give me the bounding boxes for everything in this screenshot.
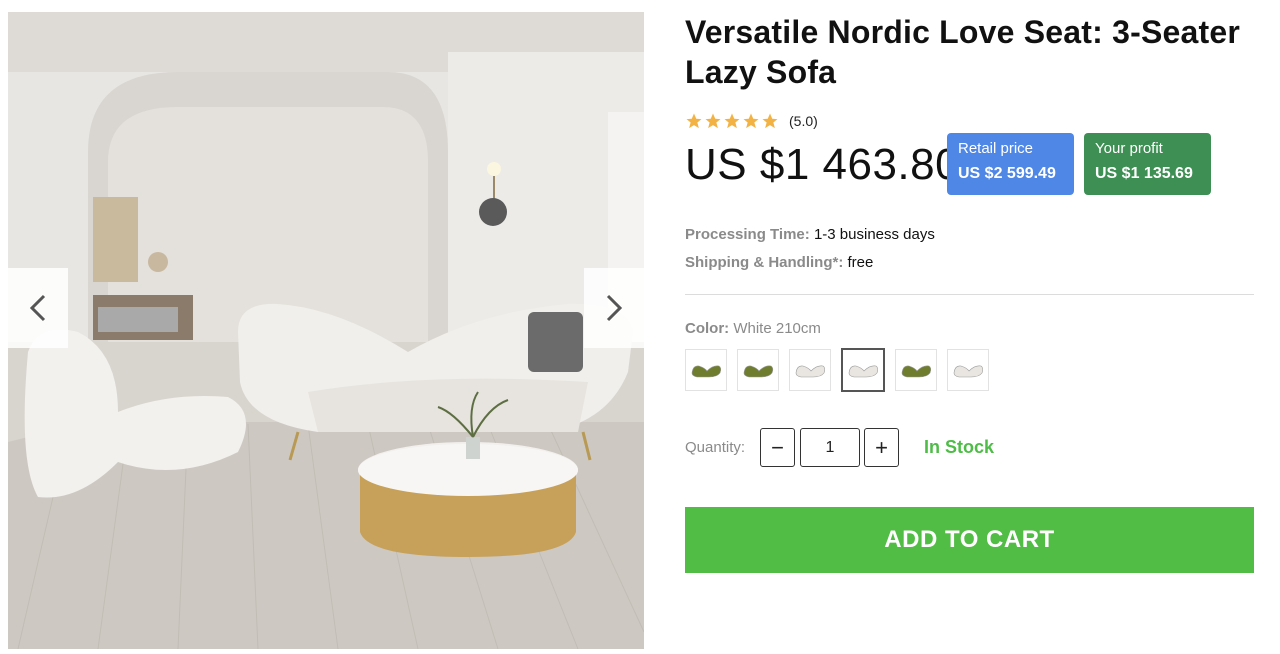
retail-price-badge: Retail price US $2 599.49	[947, 133, 1074, 195]
star-icon	[762, 113, 778, 129]
rating-stars	[685, 112, 779, 130]
product-rating[interactable]: (5.0)	[685, 112, 818, 130]
retail-price-value: US $2 599.49	[958, 165, 1056, 182]
retail-price-label: Retail price	[958, 140, 1034, 157]
add-to-cart-button[interactable]: ADD TO CART	[685, 507, 1254, 573]
star-icon	[724, 113, 740, 129]
profit-badge: Your profit US $1 135.69	[1084, 133, 1211, 195]
star-icon	[705, 113, 721, 129]
color-swatch-white-sofa[interactable]	[789, 349, 831, 391]
gallery-next-button[interactable]	[584, 268, 644, 348]
quantity-input[interactable]	[800, 428, 860, 467]
product-title: Versatile Nordic Love Seat: 3-Seater Laz…	[685, 14, 1240, 90]
profit-label: Your profit	[1095, 140, 1163, 157]
color-label: Color:	[685, 320, 730, 337]
divider	[685, 294, 1254, 295]
star-icon	[743, 113, 759, 129]
star-icon	[686, 113, 702, 129]
product-info-panel: Versatile Nordic Love Seat: 3-Seater Laz…	[685, 12, 1255, 573]
color-swatch-green-sofa[interactable]	[685, 349, 727, 391]
shipping-label: Shipping & Handling*:	[685, 254, 844, 271]
processing-time-label: Processing Time:	[685, 226, 810, 243]
quantity-increase-button[interactable]: +	[864, 428, 899, 467]
processing-time: Processing Time: 1-3 business days	[685, 226, 935, 243]
sofa-thumbnail-icon	[691, 365, 722, 378]
sofa-thumbnail-icon	[795, 365, 826, 378]
product-price: US $1 463.80	[685, 140, 961, 189]
color-swatch-white-210cm[interactable]	[841, 348, 885, 392]
quantity-decrease-button[interactable]: −	[760, 428, 795, 467]
processing-time-value: 1-3 business days	[813, 226, 935, 243]
gallery-prev-button[interactable]	[8, 268, 68, 348]
sofa-thumbnail-icon	[953, 365, 984, 378]
stock-status: In Stock	[924, 437, 995, 457]
profit-value: US $1 135.69	[1095, 165, 1193, 182]
product-image-gallery[interactable]	[8, 12, 644, 649]
color-swatch-green-lounge[interactable]	[895, 349, 937, 391]
color-selector-label: Color: White 210cm	[685, 320, 821, 337]
color-swatches	[685, 348, 989, 392]
shipping-value: free	[847, 254, 874, 271]
chevron-right-icon	[606, 294, 623, 322]
color-swatch-green-sofa-2[interactable]	[737, 349, 779, 391]
shipping-handling: Shipping & Handling*: free	[685, 254, 873, 271]
sofa-thumbnail-icon	[848, 365, 879, 378]
product-main-image	[8, 12, 644, 649]
color-swatch-white-lounge[interactable]	[947, 349, 989, 391]
sofa-thumbnail-icon	[901, 365, 932, 378]
sofa-thumbnail-icon	[743, 365, 774, 378]
quantity-label: Quantity:	[685, 439, 746, 456]
color-value: White 210cm	[733, 320, 821, 337]
chevron-left-icon	[29, 294, 46, 322]
rating-value: (5.0)	[789, 113, 818, 129]
